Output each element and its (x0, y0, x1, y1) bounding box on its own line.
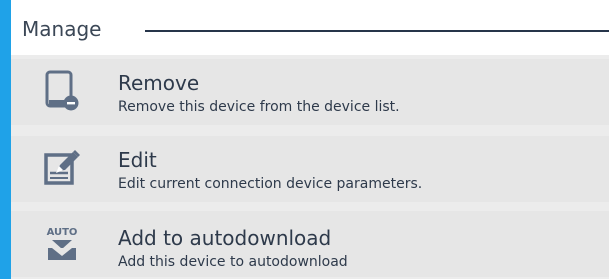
auto-download-icon: AUTO (40, 222, 84, 266)
section-divider (145, 30, 609, 32)
edit-label: Edit (118, 148, 157, 172)
autodownload-label: Add to autodownload (118, 226, 332, 250)
autodownload-description: Add this device to autodownload (118, 254, 348, 270)
edit-description: Edit current connection device parameter… (118, 176, 423, 192)
svg-text:AUTO: AUTO (47, 227, 78, 238)
tablet-remove-icon (40, 70, 84, 114)
add-to-autodownload-button[interactable]: AUTO Add to autodownload Add this device… (11, 211, 609, 277)
manage-section-header: Manage (11, 0, 609, 55)
manage-panel: Manage Remove Remove this device from th… (11, 0, 609, 279)
remove-description: Remove this device from the device list. (118, 99, 400, 115)
section-title: Manage (22, 17, 102, 41)
remove-device-button[interactable]: Remove Remove this device from the devic… (11, 59, 609, 125)
remove-label: Remove (118, 71, 200, 95)
edit-device-button[interactable]: Edit Edit current connection device para… (11, 136, 609, 202)
edit-icon (40, 147, 84, 191)
